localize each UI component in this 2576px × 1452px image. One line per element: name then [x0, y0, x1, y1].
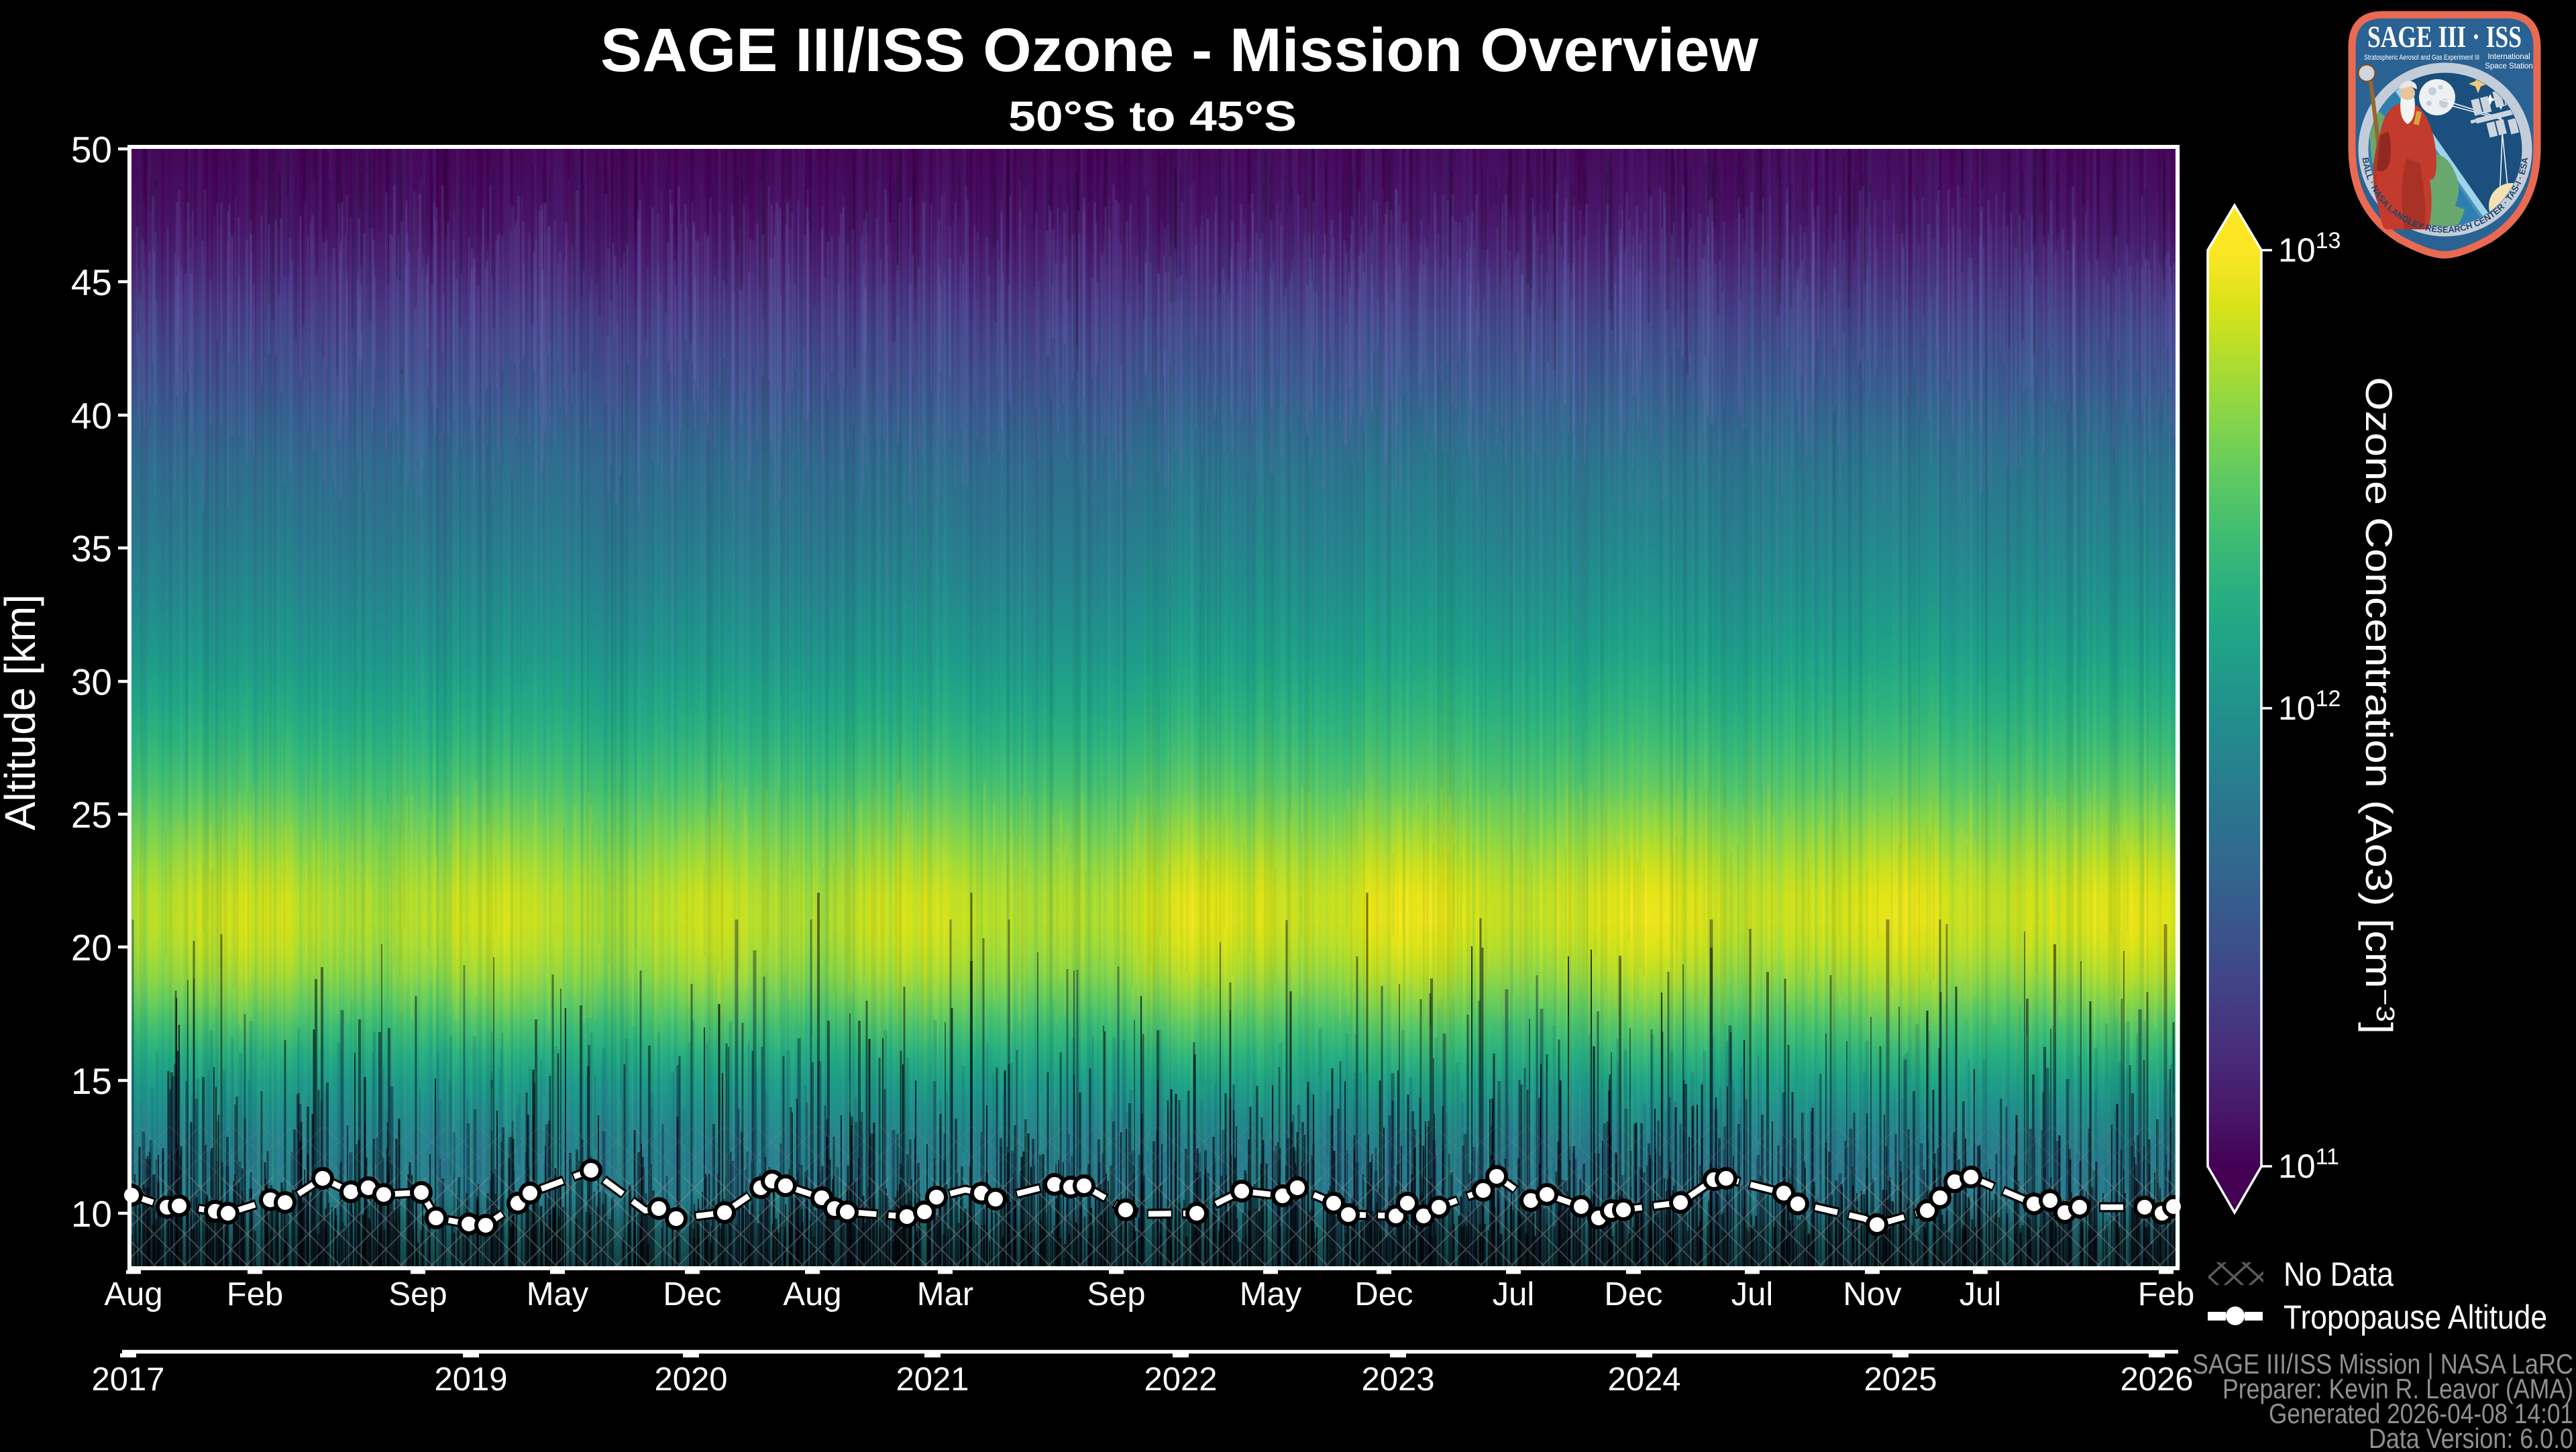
svg-text:Data Version: 6.0.0: Data Version: 6.0.0	[2369, 1422, 2573, 1449]
svg-text:Nov: Nov	[1843, 1276, 1902, 1313]
svg-text:Ozone Concentration (Ao3) [cm−: Ozone Concentration (Ao3) [cm−3]	[2358, 377, 2400, 1034]
svg-text:Aug: Aug	[783, 1276, 841, 1313]
svg-text:35: 35	[71, 528, 112, 569]
svg-text:Space Station: Space Station	[2485, 62, 2533, 70]
svg-text:Sep: Sep	[1087, 1276, 1145, 1313]
svg-text:SAGE III · ISS: SAGE III · ISS	[2367, 19, 2522, 54]
svg-text:No Data: No Data	[2284, 1255, 2394, 1293]
svg-text:Jul: Jul	[1493, 1276, 1535, 1313]
svg-text:50°S to 45°S: 50°S to 45°S	[1008, 93, 1297, 140]
svg-text:Sep: Sep	[388, 1276, 447, 1313]
svg-text:2017: 2017	[91, 1361, 164, 1398]
svg-text:Tropopause Altitude: Tropopause Altitude	[2284, 1298, 2547, 1336]
svg-text:2023: 2023	[1361, 1361, 1434, 1398]
svg-text:2019: 2019	[434, 1361, 507, 1398]
svg-text:SAGE III/ISS Ozone - Mission O: SAGE III/ISS Ozone - Mission Overview	[600, 16, 1758, 85]
svg-text:2026: 2026	[2120, 1361, 2193, 1398]
svg-text:Jul: Jul	[1731, 1276, 1774, 1313]
svg-text:Dec: Dec	[663, 1276, 721, 1313]
svg-text:10: 10	[71, 1193, 112, 1235]
svg-text:2021: 2021	[896, 1361, 969, 1398]
svg-text:30: 30	[71, 661, 112, 703]
svg-text:International: International	[2487, 53, 2530, 61]
svg-text:May: May	[527, 1276, 589, 1313]
svg-text:Stratospheric Aerosol and Gas: Stratospheric Aerosol and Gas Experiment…	[2364, 54, 2479, 62]
svg-text:45: 45	[71, 262, 112, 303]
svg-text:Dec: Dec	[1354, 1276, 1413, 1313]
svg-text:25: 25	[71, 794, 112, 836]
svg-text:2024: 2024	[1607, 1361, 1680, 1398]
svg-text:Feb: Feb	[2138, 1276, 2194, 1313]
svg-text:May: May	[1240, 1276, 1302, 1313]
svg-text:2025: 2025	[1864, 1361, 1937, 1398]
svg-text:20: 20	[71, 927, 112, 968]
svg-text:Altitude [km]: Altitude [km]	[0, 594, 44, 830]
svg-text:15: 15	[71, 1060, 112, 1102]
svg-text:Feb: Feb	[227, 1276, 283, 1313]
svg-text:Dec: Dec	[1604, 1276, 1662, 1313]
svg-text:40: 40	[71, 395, 112, 437]
svg-text:2022: 2022	[1144, 1361, 1217, 1398]
svg-text:50: 50	[71, 129, 112, 170]
svg-text:Aug: Aug	[104, 1276, 162, 1313]
svg-text:2020: 2020	[654, 1361, 727, 1398]
svg-text:Jul: Jul	[1960, 1276, 2002, 1313]
svg-text:Mar: Mar	[917, 1276, 973, 1313]
